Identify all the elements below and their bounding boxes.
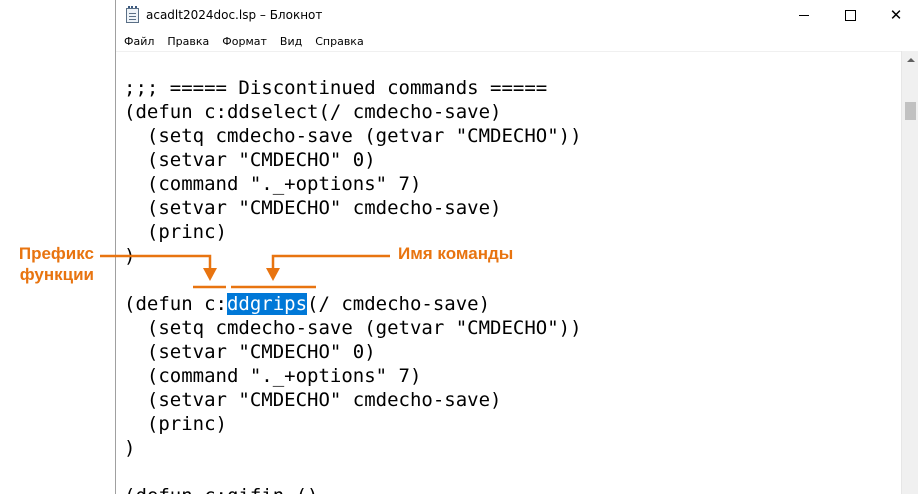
- menu-bar: Файл Правка Формат Вид Справка: [116, 31, 918, 51]
- menu-edit[interactable]: Правка: [160, 35, 215, 48]
- code-line: (setvar "CMDECHO" cmdecho-save): [124, 197, 502, 219]
- notepad-window: acadlt2024doc.lsp – Блокнот ✕ Файл Правк…: [115, 0, 918, 494]
- annotation-prefix-label: Префикс функции: [18, 244, 94, 284]
- notepad-icon: [126, 6, 139, 23]
- code-line: (setq cmdecho-save (getvar "CMDECHO")): [124, 125, 582, 147]
- code-rest-text: (/ cmdecho-save): [307, 293, 491, 315]
- code-line: (setvar "CMDECHO" cmdecho-save): [124, 389, 502, 411]
- code-line: (command "._+options" 7): [124, 173, 422, 195]
- code-line-selected: (defun c:ddgrips(/ cmdecho-save): [124, 292, 490, 316]
- code-line: (command "._+options" 7): [124, 365, 422, 387]
- menu-view[interactable]: Вид: [273, 35, 308, 48]
- annotation-command-label: Имя команды: [398, 244, 514, 263]
- code-line: (princ): [124, 413, 227, 435]
- title-bar[interactable]: acadlt2024doc.lsp – Блокнот ✕: [116, 0, 918, 31]
- code-prefix-text: (defun c:: [124, 293, 227, 315]
- menu-format[interactable]: Формат: [215, 35, 273, 48]
- scroll-up-arrow-icon[interactable]: [902, 51, 918, 68]
- scroll-thumb[interactable]: [905, 102, 916, 120]
- menu-file[interactable]: Файл: [116, 35, 160, 48]
- code-line: (defun c:gifin (): [124, 484, 318, 494]
- code-line: (princ): [124, 221, 227, 243]
- minimize-button[interactable]: [781, 0, 827, 31]
- vertical-scrollbar[interactable]: [901, 51, 918, 494]
- code-line: ): [124, 245, 136, 267]
- selected-text[interactable]: ddgrips: [226, 293, 308, 315]
- code-line: ): [124, 437, 136, 459]
- close-icon: ✕: [889, 6, 903, 24]
- minimize-icon: [799, 15, 809, 16]
- text-editor[interactable]: ;;; ===== Discontinued commands ===== (d…: [116, 51, 902, 494]
- code-line: ;;; ===== Discontinued commands =====: [124, 77, 548, 99]
- code-line: (setq cmdecho-save (getvar "CMDECHO")): [124, 317, 582, 339]
- code-line: (setvar "CMDECHO" 0): [124, 149, 376, 171]
- code-line: (defun c:ddselect(/ cmdecho-save): [124, 101, 502, 123]
- maximize-button[interactable]: [827, 0, 873, 31]
- window-title: acadlt2024doc.lsp – Блокнот: [146, 8, 323, 22]
- menu-help[interactable]: Справка: [308, 35, 369, 48]
- maximize-icon: [844, 10, 856, 21]
- close-button[interactable]: ✕: [873, 0, 918, 31]
- code-line: (setvar "CMDECHO" 0): [124, 341, 376, 363]
